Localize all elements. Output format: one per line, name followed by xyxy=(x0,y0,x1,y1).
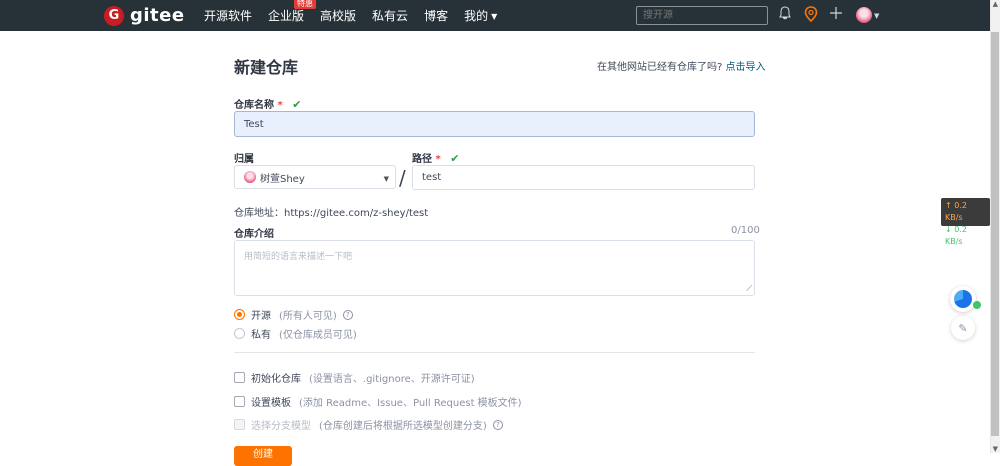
init-repo-option[interactable]: 初始化仓库 (设置语言、.gitignore、开源许可证) xyxy=(234,370,475,385)
assistant-icon xyxy=(954,290,972,308)
visibility-open-label: 开源 xyxy=(251,311,271,322)
resize-handle-icon[interactable]: ⟋ xyxy=(746,284,752,294)
scrollbar-thumb[interactable] xyxy=(991,32,999,436)
feedback-edit-icon[interactable]: ✎ xyxy=(951,316,975,340)
import-link[interactable]: 点击导入 xyxy=(726,62,766,73)
import-question: 在其他网站已经有仓库了吗? xyxy=(597,62,723,73)
search-input[interactable] xyxy=(636,6,768,25)
visibility-private-label: 私有 xyxy=(251,330,271,341)
page-title: 新建仓库 xyxy=(234,58,299,77)
nav-education[interactable]: 高校版 xyxy=(320,7,356,24)
owner-value: 树萱Shey xyxy=(260,173,305,185)
path-value: test xyxy=(422,172,442,183)
repo-name-value: Test xyxy=(244,118,264,130)
bell-icon[interactable] xyxy=(779,6,791,25)
owner-avatar xyxy=(244,171,256,183)
upload-speed: ↑ 0.2 KB/s xyxy=(945,201,967,222)
template-checkbox[interactable] xyxy=(234,396,245,407)
nav-blog[interactable]: 博客 xyxy=(424,7,448,24)
help-icon[interactable]: ? xyxy=(492,419,503,430)
check-icon: ✔ xyxy=(292,98,302,111)
check-icon: ✔ xyxy=(450,152,460,165)
owner-select[interactable]: 树萱Shey ▼ xyxy=(234,165,396,189)
scrollbar[interactable]: ▲ ▼ xyxy=(990,0,1000,453)
repo-address: 仓库地址：https://gitee.com/z-shey/test xyxy=(234,208,429,219)
radio-private[interactable] xyxy=(234,328,245,339)
gitee-logo-text: gitee xyxy=(130,5,185,26)
chevron-down-icon[interactable]: ▼ xyxy=(874,7,879,25)
visibility-private-hint: (仅仓库成员可见) xyxy=(279,330,357,341)
nav-enterprise-label: 企业版 xyxy=(268,9,305,23)
init-repo-checkbox[interactable] xyxy=(234,372,245,383)
nav-private-cloud[interactable]: 私有云 xyxy=(372,7,408,24)
online-status-dot xyxy=(973,301,981,309)
main-nav: 开源软件 企业版 特惠 高校版 私有云 博客 我的 ▼ xyxy=(204,0,513,31)
visibility-private-option[interactable]: 私有 (仅仓库成员可见) xyxy=(234,326,357,341)
download-speed: ↓ 0.2 KB/s xyxy=(945,225,967,246)
visibility-open-hint: (所有人可见) xyxy=(279,311,337,322)
template-option[interactable]: 设置模板 (添加 Readme、Issue、Pull Request 模板文件) xyxy=(234,394,522,409)
path-label-text: 路径 xyxy=(412,154,432,165)
intro-label: 仓库介绍 xyxy=(234,229,274,240)
intro-placeholder: 用简短的语言来描述一下吧 xyxy=(244,252,353,262)
path-input[interactable]: test xyxy=(412,165,755,190)
divider xyxy=(234,352,755,353)
create-button[interactable]: 创建 xyxy=(234,446,292,466)
radio-open[interactable] xyxy=(234,309,245,320)
gitee-logo[interactable]: G gitee xyxy=(104,5,185,26)
required-mark: * xyxy=(277,100,283,111)
map-pin-icon[interactable] xyxy=(804,6,818,27)
repo-name-label: 仓库名称 * ✔ xyxy=(234,96,301,111)
intro-counter: 0/100 xyxy=(731,225,760,236)
user-avatar[interactable] xyxy=(856,7,872,23)
branch-model-hint: (仓库创建后将根据所选模型创建分支) xyxy=(319,421,487,432)
branch-model-option: 选择分支模型 (仓库创建后将根据所选模型创建分支) ? xyxy=(234,417,503,432)
template-label: 设置模板 xyxy=(251,398,291,409)
promo-badge: 特惠 xyxy=(294,0,317,9)
nav-open-source[interactable]: 开源软件 xyxy=(204,7,252,24)
chevron-down-icon: ▼ xyxy=(491,12,498,21)
chevron-down-icon: ▼ xyxy=(383,175,389,183)
branch-model-checkbox xyxy=(234,419,245,430)
top-navbar: G gitee 开源软件 企业版 特惠 高校版 私有云 博客 我的▼ ▼ xyxy=(0,0,990,31)
import-prompt: 在其他网站已经有仓库了吗? 点击导入 xyxy=(597,58,766,73)
init-repo-label: 初始化仓库 xyxy=(251,374,301,385)
branch-model-label: 选择分支模型 xyxy=(251,421,311,432)
repo-name-input[interactable]: Test xyxy=(234,111,755,137)
scroll-down-arrow-icon[interactable]: ▼ xyxy=(993,445,998,453)
nav-enterprise[interactable]: 企业版 特惠 xyxy=(268,0,317,24)
template-hint: (添加 Readme、Issue、Pull Request 模板文件) xyxy=(299,398,522,409)
intro-textarea[interactable]: 用简短的语言来描述一下吧 ⟋ xyxy=(234,240,755,296)
nav-mine-label: 我的 xyxy=(464,9,489,23)
nav-mine[interactable]: 我的 ▼ xyxy=(464,7,497,24)
visibility-open-option[interactable]: 开源 (所有人可见) ? xyxy=(234,307,353,322)
repo-name-label-text: 仓库名称 xyxy=(234,100,274,111)
required-mark: * xyxy=(435,154,441,165)
plus-icon[interactable] xyxy=(830,6,842,24)
assistant-float-button[interactable] xyxy=(950,286,976,312)
network-speed-widget: ↑ 0.2 KB/s ↓ 0.2 KB/s xyxy=(941,198,990,246)
owner-label: 归属 xyxy=(234,154,254,165)
gitee-logo-icon: G xyxy=(104,5,124,26)
path-label: 路径 * ✔ xyxy=(412,150,459,165)
init-repo-hint: (设置语言、.gitignore、开源许可证) xyxy=(309,374,475,385)
path-separator: / xyxy=(399,166,406,190)
help-icon[interactable]: ? xyxy=(342,309,353,320)
scroll-up-arrow-icon[interactable]: ▲ xyxy=(993,0,998,8)
